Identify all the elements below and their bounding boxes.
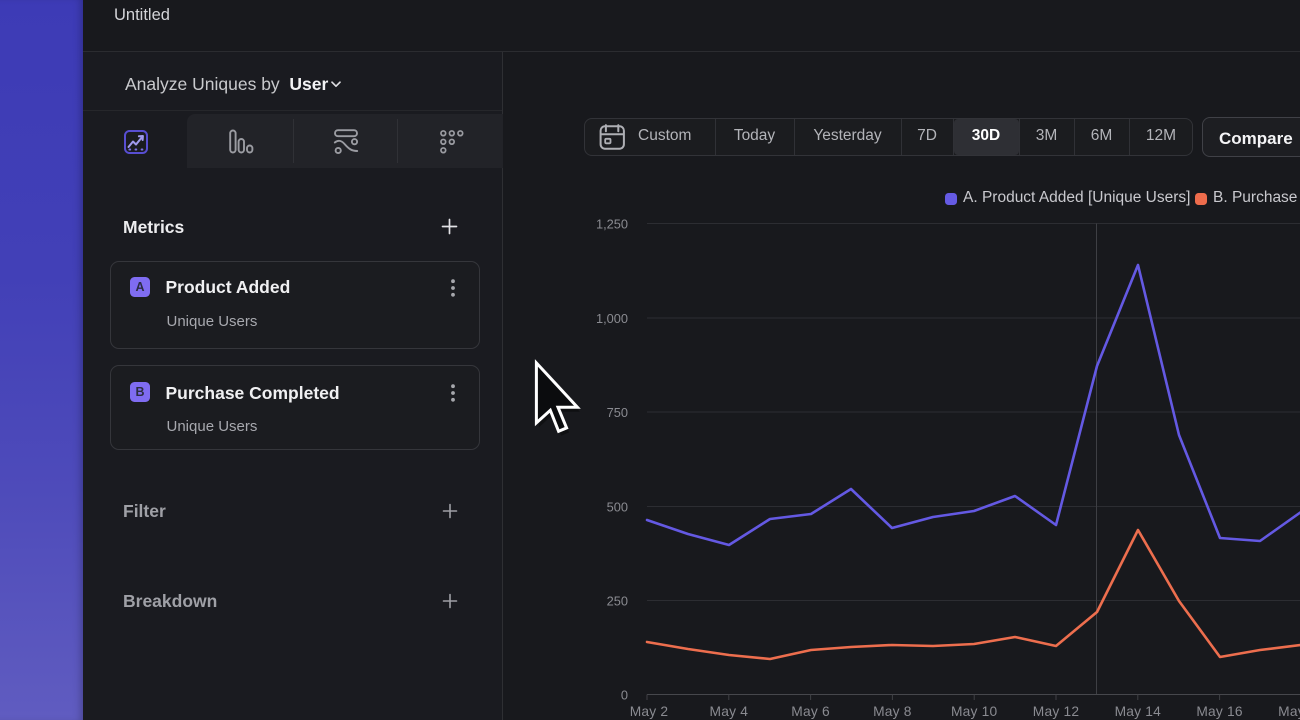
svg-text:1,250: 1,250 <box>596 217 628 232</box>
svg-text:750: 750 <box>607 405 628 420</box>
svg-text:May 6: May 6 <box>791 704 830 719</box>
svg-text:May 14: May 14 <box>1115 704 1162 719</box>
svg-text:May 8: May 8 <box>873 704 912 719</box>
svg-text:May 10: May 10 <box>951 704 998 719</box>
svg-text:May 4: May 4 <box>710 704 749 719</box>
svg-text:500: 500 <box>607 500 628 515</box>
svg-text:May 18: May 18 <box>1278 704 1300 719</box>
svg-text:May 16: May 16 <box>1196 704 1243 719</box>
svg-text:0: 0 <box>621 688 628 703</box>
svg-text:1,000: 1,000 <box>596 311 628 326</box>
svg-text:250: 250 <box>607 594 628 609</box>
svg-text:May 12: May 12 <box>1033 704 1079 719</box>
svg-text:May 2: May 2 <box>630 704 669 719</box>
